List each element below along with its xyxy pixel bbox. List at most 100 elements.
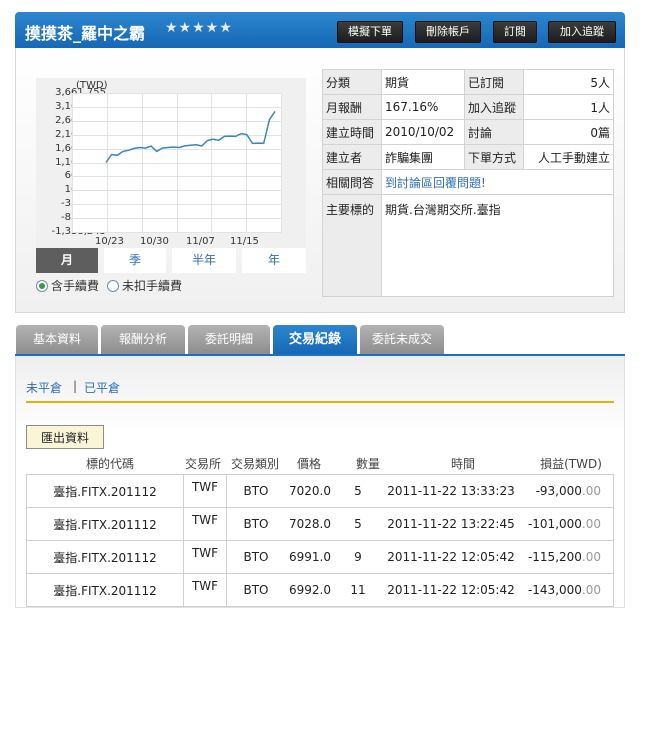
col-header-exchange: 交易所 <box>184 457 221 471</box>
target-label: 主要標的 <box>322 194 382 297</box>
cell-pnl: -143,000.00 <box>521 573 614 607</box>
cell-price: 6991.0 <box>285 540 335 574</box>
cell-type: BTO <box>226 540 285 574</box>
subscribe-button[interactable]: 訂閱 <box>493 21 537 43</box>
equity-line-chart <box>72 93 282 233</box>
tab-order-details[interactable]: 委託明細 <box>188 325 270 354</box>
period-year-button[interactable]: 年 <box>242 248 306 273</box>
qa-link[interactable]: 到討論區回覆問題! <box>385 176 486 190</box>
pnl-cents: .00 <box>581 583 601 597</box>
account-title: 摸摸茶_羅中之霸 <box>25 24 146 43</box>
table-row: 臺指.FITX.201112 TWF BTO 6992.0 11 2011-11… <box>26 573 614 607</box>
cell-quantity: 5 <box>335 507 381 541</box>
col-header-type: 交易類別 <box>230 457 279 471</box>
cell-type: BTO <box>226 474 285 508</box>
series-line <box>105 110 276 163</box>
cell-type: BTO <box>226 507 285 541</box>
info-value: 2010/10/02 <box>381 119 465 145</box>
info-value: 5人 <box>523 69 614 95</box>
pnl-value: -93,000 <box>535 484 582 498</box>
info-label: 建立時間 <box>322 119 382 145</box>
cell-symbol: 臺指.FITX.201112 <box>26 573 184 607</box>
subtab-open-positions[interactable]: 未平倉 <box>26 379 62 396</box>
simulate-order-button[interactable]: 模擬下單 <box>337 21 403 43</box>
radio-unselected-icon <box>107 279 119 292</box>
section-divider <box>26 401 614 403</box>
fee-included-label: 含手續費 <box>51 279 100 293</box>
cell-symbol: 臺指.FITX.201112 <box>26 540 184 574</box>
col-header-pnl: 損益(TWD) <box>540 457 602 471</box>
pnl-cents: .00 <box>581 517 601 531</box>
fee-excluded-label: 未扣手續費 <box>122 279 183 293</box>
fee-included-radio[interactable]: 含手續費 <box>36 277 99 294</box>
info-label: 月報酬 <box>322 94 382 120</box>
cell-price: 6992.0 <box>285 573 335 607</box>
cell-time: 2011-11-22 13:22:45 <box>381 507 521 541</box>
cell-type: BTO <box>226 573 285 607</box>
col-header-quantity: 數量 <box>355 457 380 471</box>
pnl-value: -143,000 <box>527 583 582 597</box>
table-row: 臺指.FITX.201112 TWF BTO 6991.0 9 2011-11-… <box>26 540 614 574</box>
cell-exchange: TWF <box>183 573 227 607</box>
tab-basic-info[interactable]: 基本資料 <box>16 325 98 354</box>
cell-pnl: -93,000.00 <box>521 474 614 508</box>
period-month-button[interactable]: 月 <box>36 248 98 273</box>
cell-quantity: 11 <box>335 573 381 607</box>
trade-table: 臺指.FITX.201112 TWF BTO 7020.0 5 2011-11-… <box>26 474 614 607</box>
table-row: 臺指.FITX.201112 TWF BTO 7028.0 5 2011-11-… <box>26 507 614 541</box>
pnl-value: -115,200 <box>527 550 582 564</box>
info-label: 討論 <box>464 119 524 145</box>
cell-quantity: 9 <box>335 540 381 574</box>
x-tick-label: 10/23 <box>95 236 124 247</box>
info-value: 167.16% <box>381 94 465 120</box>
info-value: 1人 <box>523 94 614 120</box>
cell-exchange: TWF <box>183 540 227 574</box>
period-halfyear-button[interactable]: 半年 <box>172 248 236 273</box>
period-quarter-button[interactable]: 季 <box>104 248 166 273</box>
table-row: 臺指.FITX.201112 TWF BTO 7020.0 5 2011-11-… <box>26 474 614 508</box>
cell-symbol: 臺指.FITX.201112 <box>26 507 184 541</box>
radio-selected-icon <box>36 279 48 292</box>
export-data-button[interactable]: 匯出資料 <box>26 425 104 449</box>
col-header-price: 價格 <box>296 457 321 471</box>
info-value: 期貨 <box>381 69 465 95</box>
cell-exchange: TWF <box>183 474 227 508</box>
info-value: 人工手動建立 <box>523 144 614 170</box>
subtab-separator: | <box>73 379 78 393</box>
info-label: 分類 <box>322 69 382 95</box>
cell-time: 2011-11-22 12:05:42 <box>381 573 521 607</box>
info-label: 建立者 <box>322 144 382 170</box>
info-value: 0篇 <box>523 119 614 145</box>
x-tick-label: 11/15 <box>230 236 259 247</box>
col-header-time: 時間 <box>450 457 475 471</box>
cell-pnl: -101,000.00 <box>521 507 614 541</box>
header-bar: 摸摸茶_羅中之霸 ★★★★★ 模擬下單 刪除帳戶 訂閱 加入追蹤 <box>15 12 625 48</box>
x-tick-label: 11/07 <box>186 236 215 247</box>
cell-pnl: -115,200.00 <box>521 540 614 574</box>
delete-account-button[interactable]: 刪除帳戶 <box>415 21 481 43</box>
pnl-cents: .00 <box>581 550 601 564</box>
info-value: 詐騙集團 <box>381 144 465 170</box>
add-tracking-button[interactable]: 加入追蹤 <box>548 21 616 43</box>
tab-unfilled-orders[interactable]: 委託未成交 <box>360 325 444 354</box>
tab-trade-records[interactable]: 交易紀錄 <box>273 325 357 354</box>
fee-excluded-radio[interactable]: 未扣手續費 <box>107 277 182 294</box>
rating-stars: ★★★★★ <box>165 20 233 36</box>
pnl-value: -101,000 <box>527 517 582 531</box>
x-tick-label: 10/30 <box>140 236 169 247</box>
info-label: 已訂閱 <box>464 69 524 95</box>
subtab-closed-positions[interactable]: 已平倉 <box>84 379 120 396</box>
tab-return-analysis[interactable]: 報酬分析 <box>101 325 185 354</box>
target-value: 期貨.台灣期交所.臺指 <box>381 194 614 297</box>
cell-time: 2011-11-22 12:05:42 <box>381 540 521 574</box>
cell-symbol: 臺指.FITX.201112 <box>26 474 184 508</box>
cell-time: 2011-11-22 13:33:23 <box>381 474 521 508</box>
info-label: 下單方式 <box>464 144 524 170</box>
chart-plot-area <box>72 93 282 233</box>
cell-quantity: 5 <box>335 474 381 508</box>
qa-label: 相關問答 <box>322 169 382 195</box>
cell-price: 7020.0 <box>285 474 335 508</box>
cell-exchange: TWF <box>183 507 227 541</box>
pnl-cents: .00 <box>581 484 601 498</box>
col-header-symbol: 標的代碼 <box>85 457 134 471</box>
